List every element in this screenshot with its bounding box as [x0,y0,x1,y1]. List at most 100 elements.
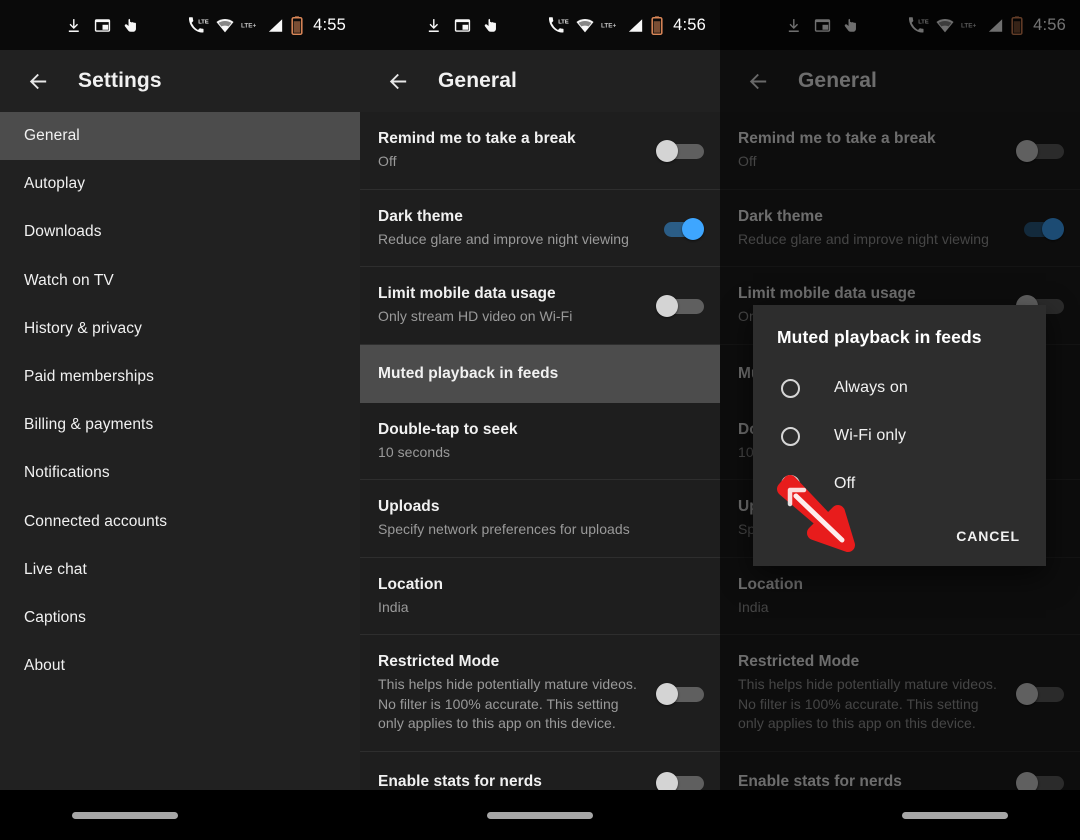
setting-row-dark-theme[interactable]: Dark theme Reduce glare and improve nigh… [360,190,720,267]
sidebar-item-live-chat[interactable]: Live chat [0,546,360,594]
picture-in-picture-icon [814,18,831,32]
row-subtitle: India [738,598,769,615]
radio-option-wifi-only[interactable]: Wi-Fi only [753,412,1046,460]
panel-settings-list: LTE LTE+ 4:55 Settings General Autoplay … [0,0,360,840]
row-subtitle: India [378,598,409,615]
row-title: Enable stats for nerds [738,772,902,790]
row-title: Limit mobile data usage [738,285,916,302]
status-bar-clock: 4:56 [673,15,706,34]
row-title: Restricted Mode [378,653,500,670]
row-texts: Location India [378,575,704,618]
sidebar-item-downloads[interactable]: Downloads [0,208,360,256]
sidebar-item-label: Paid memberships [24,368,154,386]
dialog-options-group: Always on Wi-Fi only Off [753,352,1046,512]
battery-icon [291,15,303,35]
system-nav-bar-panel3 [720,790,1080,840]
sidebar-item-captions[interactable]: Captions [0,594,360,642]
home-gesture-pill[interactable] [487,811,593,819]
row-subtitle: This helps hide potentially mature video… [738,676,997,731]
toggle-restricted-mode[interactable] [656,682,704,705]
app-bar-panel3: General [720,50,1080,112]
toggle-remind-me-to-take-a-break[interactable] [656,140,704,163]
wifi-icon [576,18,594,32]
home-gesture-pill[interactable] [72,811,178,819]
svg-text:LTE+: LTE+ [601,22,616,29]
setting-row-limit-mobile-data-usage[interactable]: Limit mobile data usage Only stream HD v… [360,267,720,345]
sidebar-item-label: Downloads [24,223,102,241]
row-texts: Dark theme Reduce glare and improve nigh… [378,207,656,250]
radio-option-label: Wi-Fi only [834,427,907,444]
row-subtitle: 10 seconds [378,443,451,460]
phone-lte-icon: LTE [909,16,929,33]
status-bar-clock: 4:56 [1033,15,1066,34]
sidebar-item-billing-payments[interactable]: Billing & payments [0,401,360,449]
setting-row-double-tap-to-seek[interactable]: Double-tap to seek 10 seconds [360,403,720,480]
download-icon [788,18,799,32]
home-gesture-pill[interactable] [902,811,1008,819]
sidebar-item-connected-accounts[interactable]: Connected accounts [0,498,360,546]
radio-option-always-on[interactable]: Always on [753,364,1046,412]
radio-button-icon[interactable] [781,426,800,446]
picture-in-picture-icon [94,18,111,32]
touch-hand-icon [484,18,496,32]
dialog-actions: CANCEL [753,512,1046,556]
signal-bars-icon [268,18,283,32]
toggle-limit-mobile-data-usage[interactable] [656,295,704,318]
general-settings-list: Remind me to take a break Off Dark theme… [360,112,720,813]
wifi-icon [936,18,954,32]
dialog-title: Muted playback in feeds [777,327,982,347]
radio-option-label: Off [834,475,856,492]
page-title: Settings [78,69,162,92]
sidebar-item-paid-memberships[interactable]: Paid memberships [0,353,360,401]
status-bar-panel2: LTE LTE+ 4:56 [360,0,720,50]
sidebar-item-about[interactable]: About [0,642,360,690]
toggle-dark-theme[interactable] [656,217,704,240]
status-bar-panel1: LTE LTE+ 4:55 [0,0,360,50]
system-nav-bar-panel2 [360,790,720,840]
radio-button-icon[interactable] [781,378,800,398]
cancel-button[interactable]: CANCEL [952,522,1024,550]
page-title: General [438,69,517,92]
phone-lte-icon: LTE [189,16,209,33]
row-title: Uploads [378,498,440,515]
setting-row-muted-playback-in-feeds[interactable]: Muted playback in feeds [360,344,720,403]
sidebar-item-general[interactable]: General [0,112,360,161]
back-arrow-icon[interactable] [16,59,60,103]
back-arrow-icon[interactable] [376,59,420,103]
sidebar-item-label: Autoplay [24,175,86,193]
row-subtitle: Only stream HD video on Wi-Fi [378,308,573,324]
sidebar-item-label: History & privacy [24,319,142,337]
row-texts: Double-tap to seek 10 seconds [378,420,704,463]
row-subtitle: Off [738,153,757,169]
sidebar-item-history-privacy[interactable]: History & privacy [0,305,360,353]
sidebar-item-watch-on-tv[interactable]: Watch on TV [0,257,360,305]
setting-row-remind-me-to-take-a-break: Remind me to take a break Off [720,112,1080,190]
sidebar-item-autoplay[interactable]: Autoplay [0,160,360,208]
setting-row-uploads[interactable]: Uploads Specify network preferences for … [360,480,720,558]
setting-row-remind-me-to-take-a-break[interactable]: Remind me to take a break Off [360,112,720,190]
row-texts: Restricted Mode This helps hide potentia… [378,652,656,734]
setting-row-location[interactable]: Location India [360,558,720,635]
back-arrow-icon[interactable] [736,59,780,103]
lte-plus-icon: LTE+ [241,22,256,29]
setting-row-restricted-mode: Restricted Mode This helps hide potentia… [720,635,1080,752]
three-panel-screenshot-composite: LTE LTE+ 4:55 Settings General Autoplay … [0,0,1080,840]
row-title: Limit mobile data usage [378,285,556,302]
setting-row-restricted-mode[interactable]: Restricted Mode This helps hide potentia… [360,635,720,752]
setting-row-location: Location India [720,558,1080,635]
row-title: Remind me to take a break [738,130,936,147]
sidebar-item-label: General [24,127,80,145]
status-bar-clock: 4:55 [313,15,346,34]
radio-button-icon[interactable] [781,474,800,494]
row-subtitle: Off [378,153,397,169]
svg-text:LTE: LTE [558,19,569,25]
panel-muted-playback-dialog: LTE LTE+ 4:56 General Remind me to take … [720,0,1080,840]
row-title: Enable stats for nerds [378,772,542,790]
row-title: Dark theme [738,207,823,225]
svg-text:LTE: LTE [198,19,209,25]
row-title: Dark theme [378,207,463,225]
row-texts: Remind me to take a break Off [378,129,656,172]
sidebar-item-notifications[interactable]: Notifications [0,449,360,497]
radio-option-off[interactable]: Off [753,460,1046,508]
download-icon [428,18,439,32]
